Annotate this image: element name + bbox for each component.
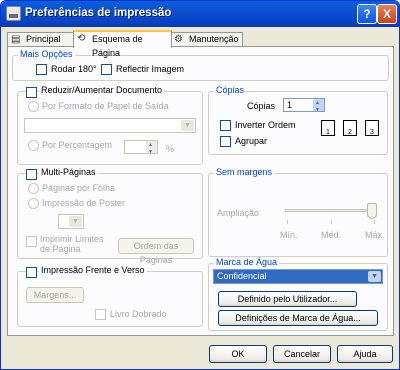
collate-page-2: 2 (343, 120, 357, 136)
poster-printing-radio[interactable] (28, 198, 39, 209)
chevron-down-icon: ▼ (181, 120, 194, 131)
collate-page-1: 1 (321, 120, 335, 136)
percentage-stepper[interactable] (124, 139, 158, 158)
layout-icon: ⟲ (77, 33, 86, 44)
page-icon: ▤ (11, 34, 21, 45)
borderless-group: Sem margens Ampliação Mín. Méd. Máx. (208, 167, 388, 257)
title-bar[interactable]: Preferências de impressão ? X (1, 1, 399, 27)
margins-button[interactable]: Margens... (26, 287, 84, 303)
rotate-180-label: Rodar 180° (51, 64, 97, 74)
pages-per-sheet-radio[interactable] (28, 183, 39, 194)
reverse-order-label: Inverter Ordem (235, 120, 296, 130)
rotate-180-checkbox[interactable] (36, 64, 47, 75)
watermark-settings-button[interactable]: Definições de Marca de Água... (218, 310, 378, 326)
cancel-button[interactable]: Cancelar (273, 345, 331, 363)
help-button[interactable]: ? (357, 4, 377, 24)
user-defined-button[interactable]: Definido pelo Utilizador... (218, 291, 357, 307)
stepper-arrows[interactable] (146, 139, 157, 158)
tab-page: Mais Opções Rodar 180° Reflectir Imagem … (7, 46, 394, 336)
expansion-slider-track[interactable] (285, 209, 377, 212)
print-page-borders-checkbox[interactable] (26, 236, 37, 247)
paper-size-select[interactable]: ▼ (24, 118, 196, 133)
close-button[interactable]: X (377, 4, 397, 24)
duplex-checkbox[interactable] (26, 267, 37, 278)
pages-per-sheet-label: Páginas por Folha (42, 183, 116, 193)
slider-tick (374, 220, 375, 224)
poster-printing-label: Impressão de Poster (42, 198, 126, 208)
by-percentage-radio[interactable] (28, 140, 39, 151)
window-title: Preferências de impressão (25, 7, 172, 19)
group-label: Mais Opções (18, 49, 75, 59)
print-borders-label: Imprimir Limites (40, 234, 104, 244)
by-paper-size-label: Por Formato de Papel de Saída (42, 101, 169, 111)
print-preferences-window: Preferências de impressão ? X ▤ Principa… (0, 0, 400, 370)
collate-page-3: 3 (365, 120, 379, 136)
copies-stepper[interactable]: 1 (283, 97, 325, 116)
folded-booklet-label: Livro Dobrado (110, 309, 167, 319)
by-percentage-label: Por Percentagem (42, 140, 113, 150)
watermark-select[interactable]: Confidencial ▼ (213, 269, 383, 284)
tab-manutencao[interactable]: ⚙ Manutenção (170, 32, 243, 47)
expansion-label: Ampliação (217, 208, 260, 218)
reduce-enlarge-group: Reduzir/Aumentar Documento Por Formato d… (17, 85, 203, 165)
multi-pages-group: Multi-Páginas Páginas por Folha Impressã… (17, 167, 203, 265)
collate-label: Agrupar (235, 136, 268, 146)
copies-label: Cópias (247, 101, 276, 111)
more-options-group: Mais Opções Rodar 180° Reflectir Imagem (12, 49, 389, 81)
tab-label: Manutenção (189, 34, 239, 44)
reverse-order-checkbox[interactable] (220, 120, 231, 131)
multi-pages-label: Multi-Páginas (39, 167, 98, 177)
tab-label: Principal (26, 34, 61, 44)
reduce-enlarge-label: Reduzir/Aumentar Documento (39, 85, 165, 95)
group-label: Marca de Água (214, 257, 280, 267)
multi-pages-checkbox[interactable] (26, 169, 37, 180)
duplex-label: Impressão Frente e Verso (39, 265, 147, 275)
tab-esquema-de-pagina[interactable]: ⟲ Esquema de Página (73, 30, 172, 58)
ok-button[interactable]: OK (209, 345, 267, 363)
maintenance-icon: ⚙ (174, 34, 183, 45)
min-label: Mín. (280, 230, 298, 240)
watermark-selected: Confidencial (217, 271, 267, 281)
help-footer-button[interactable]: Ajuda (337, 345, 393, 363)
collate-checkbox[interactable] (220, 136, 231, 147)
group-label: Cópias (214, 85, 247, 95)
copies-value: 1 (287, 100, 293, 110)
med-label: Méd. (321, 230, 342, 240)
expansion-slider-thumb[interactable] (367, 203, 377, 219)
folded-booklet-checkbox[interactable] (95, 309, 106, 320)
duplex-group: Impressão Frente e Verso Margens... Livr… (17, 265, 203, 327)
max-label: Máx. (365, 230, 385, 240)
chevron-down-icon: ▼ (368, 271, 381, 282)
mirror-image-label: Reflectir Imagem (116, 64, 185, 74)
slider-tick (331, 220, 332, 224)
page-borders-label: de Página (40, 244, 81, 254)
slider-tick (287, 220, 288, 224)
stepper-arrows[interactable] (313, 97, 324, 116)
by-paper-size-radio[interactable] (28, 101, 39, 112)
group-label: Sem margens (214, 167, 275, 177)
tab-principal[interactable]: ▤ Principal (7, 32, 76, 47)
pages-select[interactable]: ▼ (58, 214, 84, 229)
printer-icon (6, 6, 21, 21)
page-order-button[interactable]: Ordem das Páginas (118, 238, 194, 265)
chevron-down-icon: ▼ (69, 216, 82, 227)
reduce-enlarge-checkbox[interactable] (26, 87, 37, 98)
watermark-group: Marca de Água Confidencial ▼ Definido pe… (208, 257, 388, 331)
copies-group: Cópias Cópias 1 Inverter Ordem Agrupar 1… (208, 85, 388, 155)
mirror-image-checkbox[interactable] (101, 64, 112, 75)
percent-sign: % (166, 144, 175, 154)
